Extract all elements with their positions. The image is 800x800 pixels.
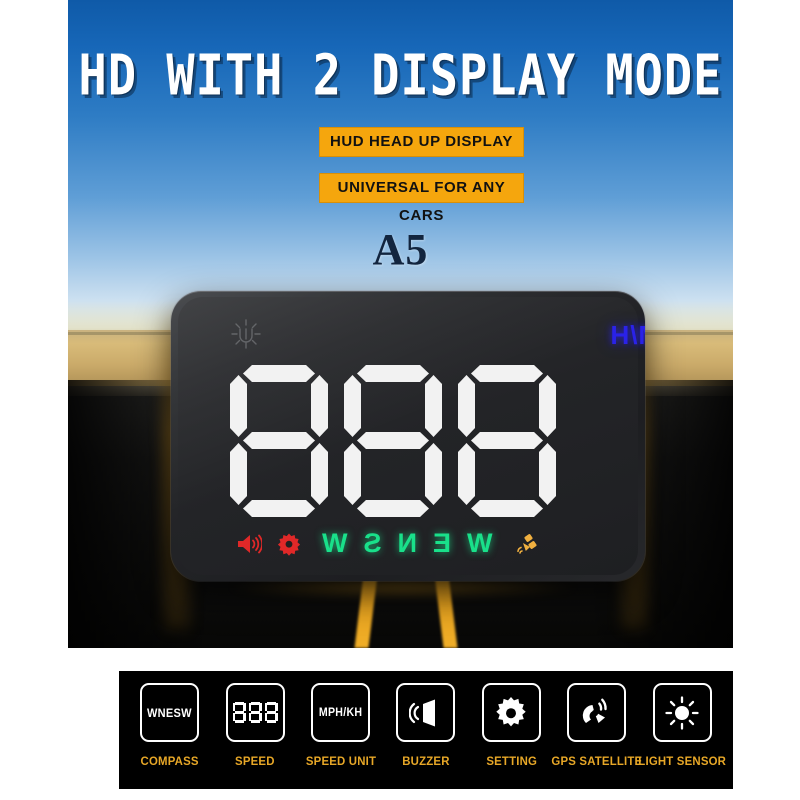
feature-compass[interactable]: WNESW COMPASS [132, 683, 208, 768]
compass-letters-icon: WNESW [140, 683, 200, 742]
hero-scene: HD WITH 2 DISPLAY MODE HUD HEAD UP DISPL… [68, 0, 733, 648]
compass-letter-w2: W [322, 528, 348, 558]
hud-digit-2 [344, 365, 442, 517]
hud-compass-letters: W E N S W [322, 528, 493, 559]
compass-tile-text: WNESW [147, 705, 193, 720]
feature-speed[interactable]: SPEED [217, 683, 293, 768]
feature-label-setting: SETTING [486, 754, 537, 768]
feature-speed-unit[interactable]: MPH/KH SPEED UNIT [303, 683, 379, 768]
hud-device: MPH KM/H [171, 291, 645, 581]
product-page: HD WITH 2 DISPLAY MODE HUD HEAD UP DISPL… [0, 0, 800, 800]
feature-tiles: WNESW COMPASS SPEED MPH/KH SPEED UNIT BU… [119, 683, 733, 768]
sun-icon [665, 695, 699, 730]
compass-letter-w1: W [467, 528, 493, 558]
hud-digit-1 [230, 365, 328, 517]
feature-label-speed-unit: SPEED UNIT [305, 754, 376, 768]
compass-letter-n: N [397, 528, 418, 558]
hud-indicator-row: W E N S W [236, 528, 539, 559]
badge-hud-head-up-display: HUD HEAD UP DISPLAY [319, 127, 524, 157]
light-sensor-icon [231, 319, 261, 349]
compass-letter-e: E [433, 528, 452, 558]
feature-label-gps-satellite: GPS SATELLITE [551, 754, 643, 768]
feature-bar: WNESW COMPASS SPEED MPH/KH SPEED UNIT BU… [119, 671, 733, 789]
gear-icon [277, 533, 301, 556]
hud-digit-3 [458, 365, 556, 517]
speed-unit-tile-text: MPH/KH [318, 706, 363, 719]
badge-universal-for-any-cars: UNIVERSAL FOR ANY CARS [319, 173, 524, 224]
feature-label-speed: SPEED [235, 754, 275, 768]
feature-light-sensor[interactable]: LIGHT SENSOR [638, 683, 726, 768]
gps-satellite-icon [582, 698, 607, 723]
page-title: HD WITH 2 DISPLAY MODE [78, 42, 723, 108]
hud-speed-digits [230, 365, 556, 517]
feature-setting[interactable]: SETTING [473, 683, 549, 768]
feature-buzzer[interactable]: BUZZER [388, 683, 464, 768]
feature-label-buzzer: BUZZER [402, 754, 450, 768]
speaker-icon [238, 534, 262, 553]
model-name: A5 [372, 225, 429, 274]
seven-segment-digits-icon [225, 683, 285, 742]
hud-unit-label: MPH KM/H [609, 320, 645, 350]
feature-label-compass: COMPASS [140, 754, 199, 768]
compass-letter-s: S [363, 528, 382, 558]
gps-satellite-icon [516, 533, 537, 554]
speed-unit-text-icon: MPH/KH [311, 683, 371, 742]
gear-icon [496, 696, 527, 726]
feature-label-light-sensor: LIGHT SENSOR [638, 754, 727, 768]
feature-gps-satellite[interactable]: GPS SATELLITE [551, 683, 642, 768]
hud-screen: MPH KM/H [178, 297, 645, 575]
speaker-icon [408, 699, 435, 726]
